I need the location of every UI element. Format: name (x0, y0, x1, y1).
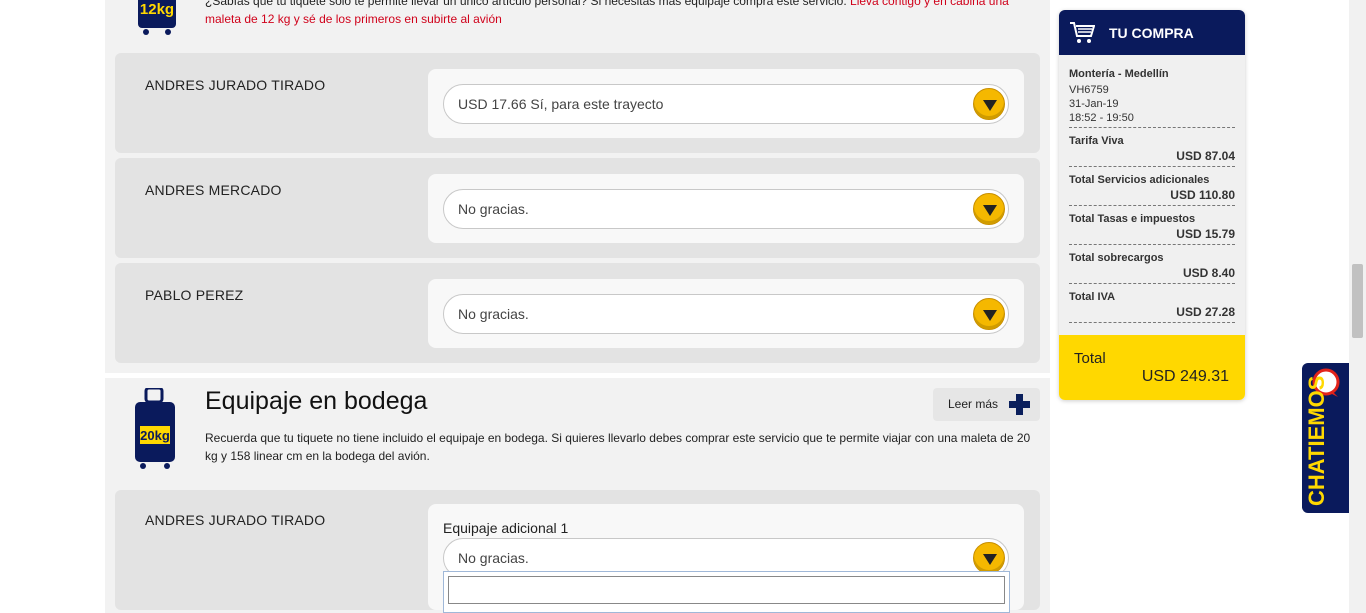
selection-card: No gracias. (428, 279, 1024, 348)
shopping-cart-icon (1070, 22, 1095, 43)
read-more-label: Leer más (948, 397, 999, 411)
checked-bag-info: Recuerda que tu tiquete no tiene incluid… (205, 431, 1031, 463)
cart-body: Montería - Medellín VH6759 31-Jan-19 18:… (1059, 55, 1245, 335)
flight-date: 31-Jan-19 (1069, 98, 1119, 110)
flight-number: VH6759 (1069, 84, 1109, 96)
select-value: No gracias. (458, 306, 529, 322)
divider (1069, 205, 1235, 206)
passenger-row: ANDRES JURADO TIRADO USD 17.66 Sí, para … (115, 53, 1040, 153)
flight-route: Montería - Medellín (1069, 68, 1169, 80)
passenger-name: ANDRES JURADO TIRADO (145, 512, 326, 528)
carry-on-info: ¿Sabías que tu tiquete solo te permite l… (205, 0, 1035, 28)
surcharges-amount: USD 8.40 (1182, 266, 1235, 280)
carry-on-info-text: ¿Sabías que tu tiquete solo te permite l… (205, 0, 847, 8)
read-more-button[interactable]: Leer más (933, 388, 1040, 421)
taxes-amount: USD 15.79 (1176, 227, 1235, 241)
passenger-name: ANDRES MERCADO (145, 182, 282, 198)
flight-time: 18:52 - 19:50 (1069, 112, 1134, 124)
cart-header: TU COMPRA (1059, 10, 1245, 55)
select-value: No gracias. (458, 550, 529, 566)
chevron-down-icon[interactable] (973, 88, 1005, 120)
cart-total: Total USD 249.31 (1059, 335, 1245, 400)
total-amount: USD 249.31 (1141, 368, 1229, 385)
purchase-summary: TU COMPRA Montería - Medellín VH6759 31-… (1059, 10, 1245, 400)
main-content: 12kg ¿Sabías que tu tiquete solo te perm… (105, 0, 1050, 613)
carry-on-select[interactable]: No gracias. (443, 294, 1009, 334)
dropdown-search-input[interactable] (448, 576, 1005, 604)
select-value: USD 17.66 Sí, para este trayecto (458, 96, 664, 112)
chat-widget[interactable]: CHATIEMOS (1302, 363, 1349, 513)
carry-on-select[interactable]: No gracias. (443, 189, 1009, 229)
carry-on-bag-icon: 12kg (138, 0, 176, 35)
total-label: Total (1074, 350, 1106, 367)
svg-text:12kg: 12kg (140, 1, 174, 18)
vat-label: Total IVA (1069, 291, 1116, 303)
passenger-row: PABLO PEREZ No gracias. (115, 263, 1040, 363)
plus-icon (1009, 394, 1030, 415)
svg-text:20kg: 20kg (140, 428, 170, 443)
divider (1069, 322, 1235, 323)
divider (1069, 283, 1235, 284)
field-label: Equipaje adicional 1 (443, 520, 569, 536)
select-value: No gracias. (458, 201, 529, 217)
surcharges-label: Total sobrecargos (1069, 252, 1164, 264)
dropdown-search-panel (443, 571, 1010, 613)
chevron-down-icon[interactable] (973, 298, 1005, 330)
cart-title: TU COMPRA (1109, 25, 1194, 41)
passenger-name: PABLO PEREZ (145, 287, 244, 303)
selection-card: No gracias. (428, 174, 1024, 243)
chat-label: CHATIEMOS (1304, 375, 1329, 506)
services-label: Total Servicios adicionales (1069, 174, 1210, 186)
checked-bag-icon: 20kg (135, 388, 175, 469)
passenger-row: ANDRES MERCADO No gracias. (115, 158, 1040, 258)
services-amount: USD 110.80 (1170, 188, 1235, 202)
divider (1069, 166, 1235, 167)
fare-label: Tarifa Viva (1069, 135, 1124, 147)
passenger-name: ANDRES JURADO TIRADO (145, 77, 326, 93)
vat-amount: USD 27.28 (1176, 305, 1235, 319)
carry-on-select[interactable]: USD 17.66 Sí, para este trayecto (443, 84, 1009, 124)
chevron-down-icon[interactable] (973, 542, 1005, 574)
scrollbar[interactable] (1349, 0, 1366, 613)
chevron-down-icon[interactable] (973, 193, 1005, 225)
section-title: Equipaje en bodega (205, 387, 428, 415)
carry-on-section: 12kg ¿Sabías que tu tiquete solo te perm… (105, 0, 1050, 373)
fare-amount: USD 87.04 (1176, 149, 1235, 163)
divider (1069, 244, 1235, 245)
taxes-label: Total Tasas e impuestos (1069, 213, 1196, 225)
divider (1069, 127, 1235, 128)
selection-card: USD 17.66 Sí, para este trayecto (428, 69, 1024, 138)
scrollbar-thumb[interactable] (1352, 264, 1363, 338)
